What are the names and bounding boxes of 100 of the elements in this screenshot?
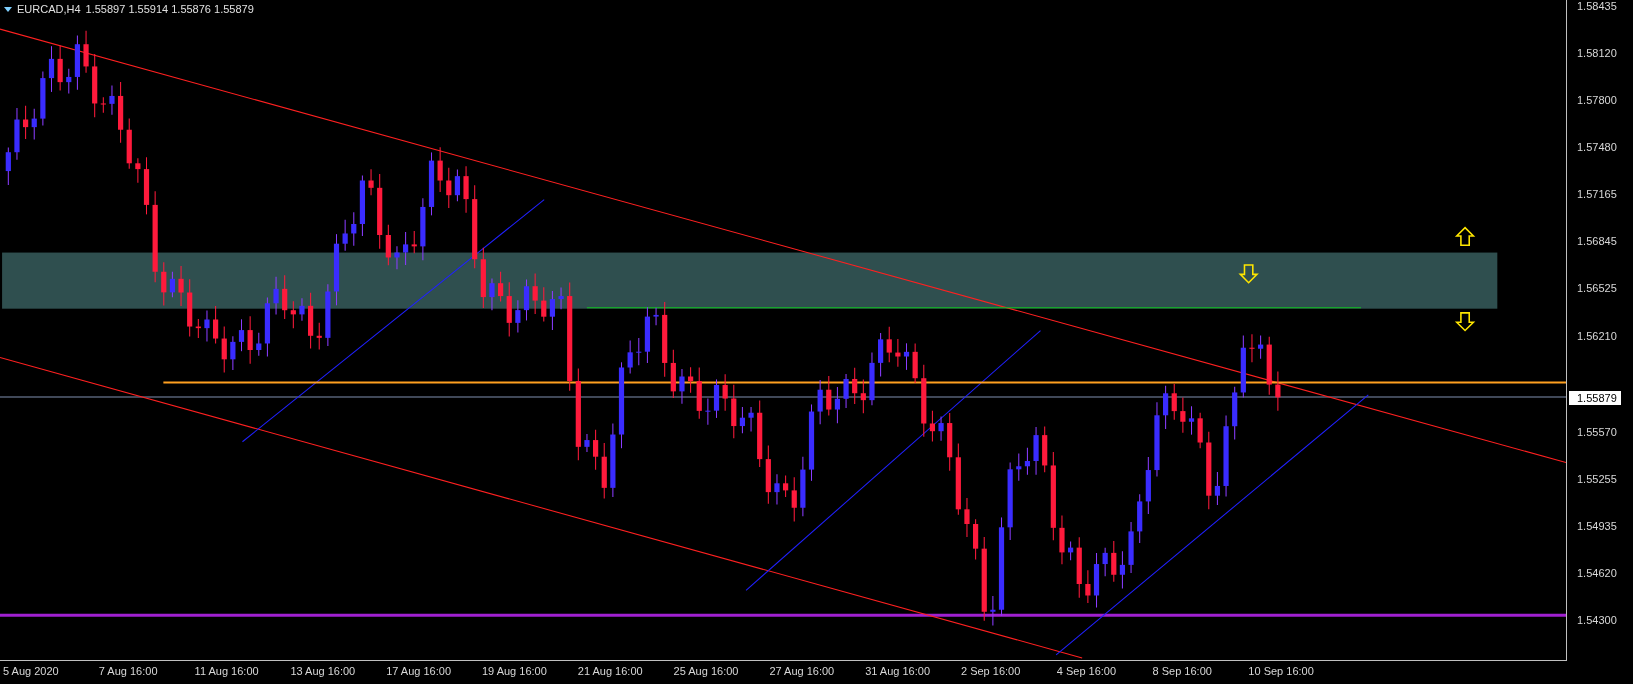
up-arrow-icon: [1454, 226, 1476, 247]
candle: [774, 473, 780, 506]
candle: [627, 339, 633, 374]
candle: [498, 271, 504, 302]
candle: [532, 272, 538, 315]
candle: [886, 326, 892, 363]
candle: [437, 146, 443, 193]
price-label: 1.54300: [1576, 614, 1618, 628]
candle: [411, 230, 417, 254]
down-arrow-icon: [1238, 264, 1259, 284]
price-label: 1.56845: [1576, 235, 1618, 250]
candle: [256, 332, 262, 357]
time-label: 19 Aug 16:00: [482, 665, 547, 677]
candle: [92, 53, 98, 118]
candle: [636, 337, 642, 366]
candle: [109, 85, 115, 116]
time-label: 8 Sep 16:00: [1152, 665, 1212, 677]
price-label: 1.55255: [1576, 472, 1618, 487]
candle: [757, 400, 763, 468]
candle: [852, 367, 858, 405]
candle: [118, 81, 124, 144]
candle: [826, 375, 832, 416]
dropdown-triangle-icon[interactable]: [4, 6, 12, 12]
candle: [713, 378, 720, 419]
candle: [1042, 425, 1048, 473]
price-label: 1.54935: [1576, 519, 1618, 534]
time-label: 4 Sep 16:00: [1056, 665, 1117, 677]
time-label: 27 Aug 16:00: [769, 665, 835, 677]
candle: [169, 271, 175, 298]
time-label: 31 Aug 16:00: [865, 665, 930, 677]
candle: [161, 261, 167, 307]
candle: [1068, 541, 1074, 561]
candle: [273, 276, 279, 315]
candle: [420, 197, 426, 261]
candle: [1102, 547, 1108, 577]
candle: [1059, 514, 1065, 565]
candle: [66, 68, 72, 95]
candle: [990, 595, 996, 626]
candle: [515, 299, 521, 333]
candle: [394, 245, 400, 270]
candle: [238, 318, 245, 352]
candle: [195, 318, 201, 339]
candle: [135, 157, 141, 184]
time-label: 5 Aug 2020: [3, 665, 59, 677]
candle: [1171, 383, 1177, 421]
candle: [947, 412, 953, 472]
candle: [705, 398, 711, 426]
candle: [385, 224, 391, 266]
candle: [454, 169, 460, 202]
candle: [221, 325, 227, 374]
candle: [739, 406, 745, 434]
candle: [428, 151, 435, 216]
candle: [834, 386, 840, 424]
price-label: 1.56525: [1576, 282, 1618, 297]
candle: [5, 147, 11, 186]
candle: [282, 274, 288, 320]
time-label: 10 Sep 16:00: [1248, 665, 1314, 677]
candle: [765, 445, 771, 505]
candle: [601, 442, 607, 500]
time-label: 25 Aug 16:00: [673, 665, 739, 677]
candle: [57, 45, 63, 91]
candle: [48, 45, 55, 93]
candle: [290, 300, 296, 329]
candle: [1093, 552, 1100, 609]
candle: [446, 167, 452, 209]
candle: [325, 283, 331, 347]
candle: [299, 297, 305, 322]
candle: [549, 290, 555, 331]
price-label: 1.58120: [1576, 47, 1618, 62]
candle: [1180, 396, 1186, 434]
candle: [558, 286, 564, 310]
price-label: 1.58435: [1576, 0, 1618, 14]
candle: [23, 105, 29, 140]
candle: [1016, 453, 1022, 482]
candle: [584, 433, 590, 453]
candle: [83, 30, 89, 74]
time-label: 21 Aug 16:00: [577, 665, 643, 677]
candle: [644, 306, 650, 364]
candle: [14, 107, 20, 161]
quote-values: 1.55897 1.55914 1.55876 1.55879: [85, 3, 254, 15]
price-label: 1.57800: [1576, 94, 1618, 109]
candle: [403, 231, 409, 266]
symbol-label: EURCAD,H4: [17, 3, 81, 15]
candle: [748, 406, 754, 433]
candle: [593, 429, 599, 471]
candle: [480, 247, 486, 309]
candle: [230, 335, 236, 371]
time-label: 13 Aug 16:00: [290, 665, 356, 677]
candle: [264, 297, 270, 357]
candle: [731, 384, 737, 439]
candle: [1188, 405, 1195, 436]
candle: [1266, 336, 1272, 396]
candle: [1119, 550, 1125, 590]
candle: [316, 322, 322, 350]
candle: [1128, 521, 1134, 574]
candle: [722, 373, 728, 412]
candle: [1145, 456, 1151, 515]
candle: [1258, 335, 1264, 360]
candle: [973, 518, 979, 561]
candle: [938, 415, 944, 442]
